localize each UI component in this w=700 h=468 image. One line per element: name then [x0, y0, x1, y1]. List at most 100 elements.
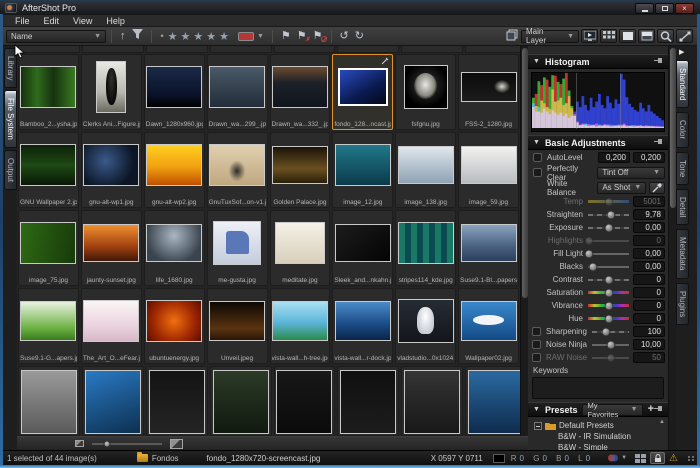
thumbnail-cell-cutoff[interactable]	[337, 366, 399, 436]
thumbnail-cell[interactable]: gnu-alt-wp1.jpg	[81, 132, 142, 208]
maximize-button[interactable]	[655, 3, 674, 14]
saturation-value[interactable]: 0	[633, 287, 665, 298]
keywords-input[interactable]	[532, 377, 664, 399]
thumbnail-cell-cutoff[interactable]	[337, 46, 399, 53]
thumbnail-cell[interactable]: vladstudio...0x1024.jpg	[395, 288, 456, 364]
thumbnail-cell-cutoff[interactable]	[401, 46, 463, 53]
thumbnail-size-slider[interactable]	[92, 443, 162, 445]
thumbnail-cell[interactable]: jaunty-sunset.jpg	[81, 210, 142, 286]
basic-adjustments-header[interactable]: ▼ Basic Adjustments	[528, 135, 668, 150]
thumbnail-cell[interactable]: GNU Wallpaper 2.jpg	[18, 132, 79, 208]
raw-noise-value[interactable]: 50	[633, 352, 665, 363]
tab-standard[interactable]: Standard	[676, 60, 689, 108]
sharpening-slider[interactable]	[592, 331, 629, 333]
thumbnail-cell[interactable]: Clerks Ani...Figure.jpg	[81, 54, 142, 130]
thumbnail-cell[interactable]: Bamboo_2...ysha.jpg	[18, 54, 79, 130]
thumbnail-cell[interactable]: image_59.jpg	[458, 132, 519, 208]
display-grid-icon[interactable]	[635, 454, 646, 463]
hue-slider[interactable]	[588, 317, 629, 320]
raw-noise-slider[interactable]	[592, 357, 629, 359]
eyedropper-button[interactable]	[649, 182, 665, 194]
rating-stars[interactable]: ★★★★★	[168, 30, 232, 43]
thumbnail-cell-cutoff[interactable]	[465, 366, 527, 436]
thumbnail-cell[interactable]: Drawn_wa...299_.jpg	[207, 54, 268, 130]
contrast-value[interactable]: 0	[633, 274, 665, 285]
blacks-value[interactable]: 0,00	[633, 261, 665, 272]
thumbnail-cell-cutoff[interactable]	[465, 46, 527, 53]
white-balance-dropdown[interactable]: As Shot▼	[597, 182, 646, 194]
thumbnail-cell[interactable]: fsfgnu.jpg	[395, 54, 456, 130]
close-button[interactable]: ×	[675, 3, 694, 14]
raw-noise-checkbox[interactable]	[532, 353, 541, 362]
collapse-box-icon[interactable]	[534, 422, 542, 430]
thumbnail-cell-cutoff[interactable]	[146, 366, 208, 436]
tab-metadata[interactable]: Metadata	[676, 229, 689, 278]
thumbnail-cell-cutoff[interactable]	[146, 46, 208, 53]
menu-item-view[interactable]: View	[73, 16, 92, 26]
thumbnail-cell-cutoff[interactable]	[274, 46, 336, 53]
presets-scrollbar[interactable]: ▲▼	[658, 419, 666, 450]
thumbnail-cell[interactable]: Dawn_1280x960.jpg	[144, 54, 205, 130]
noise-ninja-slider[interactable]	[592, 344, 629, 346]
thumbnail-cell-cutoff[interactable]	[82, 46, 144, 53]
collapse-arrow-icon[interactable]: ▼	[533, 139, 540, 146]
thumbnail-cell-cutoff[interactable]	[274, 366, 336, 436]
noise-ninja-checkbox[interactable]	[532, 340, 541, 349]
menu-item-file[interactable]: File	[15, 16, 30, 26]
thumbnail-cell-cutoff[interactable]	[18, 366, 80, 436]
highlights-value[interactable]: 0	[633, 235, 665, 246]
zoom-button[interactable]	[657, 29, 674, 43]
no-rating-icon[interactable]: •	[161, 31, 164, 41]
hue-slider-handle[interactable]	[604, 314, 613, 323]
slideshow-button[interactable]	[581, 29, 598, 43]
filter-icon[interactable]	[132, 29, 143, 43]
color-label-swatch[interactable]	[238, 32, 254, 41]
vibrance-slider-handle[interactable]	[604, 301, 613, 310]
grid-scrollbar[interactable]	[520, 46, 528, 436]
rotate-right-icon[interactable]: ↻	[355, 31, 364, 42]
temp-value[interactable]: 5001	[633, 196, 665, 207]
thumbnail-cell[interactable]: FSS-2_1280.jpg	[458, 54, 519, 130]
single-view-button[interactable]	[619, 29, 636, 43]
rotate-left-icon[interactable]: ↺	[340, 31, 349, 42]
vibrance-value[interactable]: 0	[633, 300, 665, 311]
thumbnail-cell[interactable]: life_1680.jpg	[144, 210, 205, 286]
raw-noise-slider-handle[interactable]	[606, 353, 615, 362]
resize-grip[interactable]	[688, 456, 695, 461]
color-profile-icon[interactable]: ▼	[607, 453, 627, 463]
straighten-value[interactable]: 9,78	[633, 209, 665, 220]
layer-selector-dropdown[interactable]: Main Layer▼	[521, 30, 579, 43]
histogram-header[interactable]: ▼ Histogram	[528, 54, 668, 69]
right-panel-scrollbar[interactable]	[668, 46, 676, 450]
pin-icon[interactable]	[654, 404, 663, 415]
presets-collection-dropdown[interactable]: My Favorites▼	[582, 404, 642, 416]
presets-header[interactable]: ▼ Presets My Favorites▼ +	[528, 402, 668, 417]
preset-b-w-ir-simulation[interactable]: B&W - IR Simulation	[534, 431, 658, 442]
thumbnail-cell[interactable]: Drawn_wa...332_.jpg	[270, 54, 331, 130]
contrast-slider[interactable]	[588, 279, 629, 281]
exposure-slider[interactable]	[588, 227, 629, 229]
thumbnail-cell[interactable]: gnu-alt-wp2.jpg	[144, 132, 205, 208]
color-label-dropdown-icon[interactable]: ▼	[257, 33, 264, 40]
straighten-slider[interactable]	[588, 214, 629, 216]
temp-slider[interactable]	[588, 200, 629, 203]
thumbnail-size-large-icon[interactable]	[170, 439, 183, 449]
lock-icon[interactable]	[650, 452, 665, 464]
flag-reject-icon[interactable]: ⚑✗	[297, 31, 307, 42]
flag-pick-icon[interactable]: ⚑	[281, 31, 291, 42]
tab-file-system[interactable]: File System	[4, 90, 17, 148]
sharpening-checkbox[interactable]	[532, 327, 541, 336]
fullscreen-button[interactable]	[676, 29, 693, 43]
flag-clear-icon[interactable]: ⚑	[313, 31, 323, 42]
contrast-slider-handle[interactable]	[604, 275, 613, 284]
sort-ascending-icon[interactable]: ↑	[120, 31, 126, 42]
tab-output[interactable]: Output	[4, 150, 17, 190]
sort-field-dropdown[interactable]: Name▼	[6, 30, 106, 43]
tab-color[interactable]: Color	[676, 112, 689, 147]
thumbnail-cell[interactable]: ubuntuenergy.jpg	[144, 288, 205, 364]
thumbnail-cell[interactable]: Wallpaper02.jpg	[458, 288, 519, 364]
tab-detail[interactable]: Detail	[676, 189, 689, 225]
highlights-slider-handle[interactable]	[585, 236, 594, 245]
thumbnail-cell[interactable]: vista-wall...h-tree.jpg	[270, 288, 331, 364]
menu-item-edit[interactable]: Edit	[44, 16, 60, 26]
